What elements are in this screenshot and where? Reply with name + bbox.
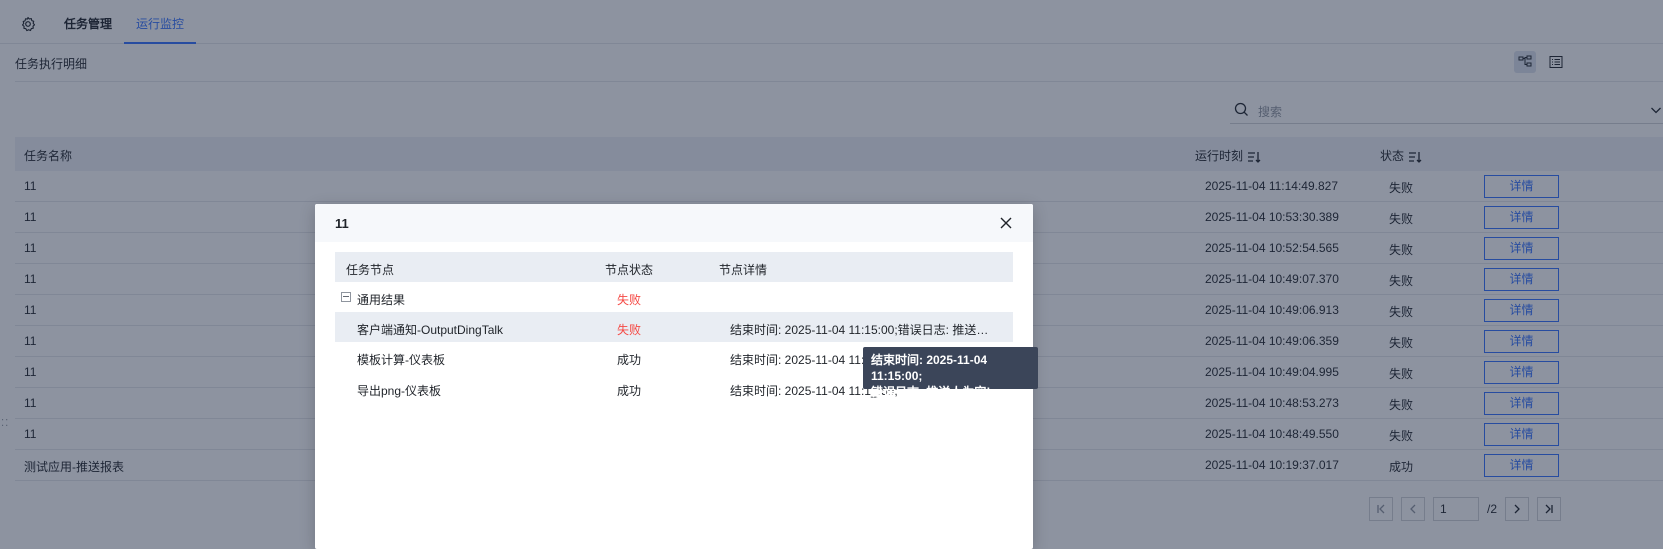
node-row[interactable]: 客户端通知-OutputDingTalk 失败 结束时间: 2025-11-04… <box>335 312 1013 342</box>
tooltip-line: 结束时间: 2025-11-04 11:15:00; <box>871 353 988 383</box>
dialog-header: 11 <box>315 204 1033 242</box>
node-name: 模板计算-仪表板 <box>357 353 445 367</box>
header-node-state: 节点状态 <box>605 263 654 277</box>
node-name: 客户端通知-OutputDingTalk <box>357 323 504 337</box>
tooltip-line: 错误日志: 推送人为空! ; <box>871 385 998 399</box>
node-name: 导出png-仪表板 <box>357 384 442 398</box>
node-state: 成功 <box>617 353 642 367</box>
header-node: 任务节点 <box>346 263 395 277</box>
header-node-detail: 节点详情 <box>719 263 768 277</box>
detail-tooltip: 结束时间: 2025-11-04 11:15:00; 错误日志: 推送人为空! … <box>863 347 1038 399</box>
close-icon[interactable] <box>999 216 1013 230</box>
node-row-group[interactable]: 通用结果 失败 <box>335 282 1013 312</box>
node-name: 通用结果 <box>357 293 406 307</box>
dialog-title: 11 <box>335 216 349 231</box>
node-state: 失败 <box>617 293 642 307</box>
node-detail: 结束时间: 2025-11-04 11:15:00;错误日志: 推送人为... <box>730 323 1000 337</box>
node-table-header: 任务节点 节点状态 节点详情 <box>335 252 1013 282</box>
node-state: 失败 <box>617 323 642 337</box>
collapse-toggle-icon[interactable] <box>341 292 351 302</box>
node-state: 成功 <box>617 384 642 398</box>
